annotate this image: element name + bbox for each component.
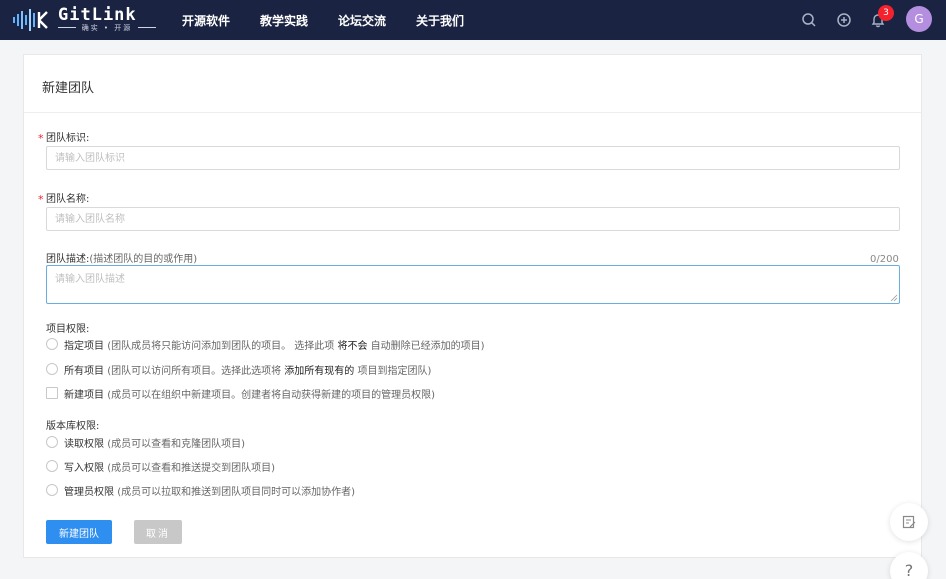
option-desc: (团队成员将只能访问添加到团队的项目。 选择此项 — [107, 341, 338, 352]
logo-waveform-icon — [13, 9, 48, 31]
option-desc-tail: 项目到指定团队) — [354, 366, 432, 377]
option-name: 管理员权限 — [64, 487, 114, 498]
option-desc: (成员可以查看和推送提交到团队项目) — [107, 463, 275, 474]
team-identifier-input[interactable] — [46, 146, 900, 170]
radio-button[interactable] — [46, 436, 58, 448]
option-desc: (成员可以查看和克隆团队项目) — [107, 439, 245, 450]
nav-about[interactable]: 关于我们 — [416, 12, 464, 29]
option-desc-tail: 自动删除已经添加的项目) — [367, 341, 485, 352]
notification-badge: 3 — [878, 5, 894, 21]
radio-button[interactable] — [46, 338, 58, 350]
option-desc: (成员可以在组织中新建项目。创建者将自动获得新建的项目的管理员权限) — [107, 390, 435, 401]
team-description-label: 团队描述:(描述团队的目的或作用) — [46, 250, 197, 265]
user-avatar[interactable]: G — [906, 6, 932, 32]
cancel-button[interactable]: 取消 — [134, 520, 182, 544]
option-name: 新建项目 — [64, 390, 104, 401]
repo-permission-label: 版本库权限: — [46, 421, 100, 432]
option-desc: (团队可以访问所有项目。选择此选项将 — [107, 366, 285, 377]
description-char-counter: 0/200 — [870, 254, 899, 265]
logo-tagline: 确实 • 开源 — [58, 23, 156, 33]
nav-teaching[interactable]: 教学实践 — [260, 12, 308, 29]
nav-forum[interactable]: 论坛交流 — [338, 12, 386, 29]
option-name: 指定项目 — [64, 341, 104, 352]
help-icon: ? — [904, 561, 914, 579]
description-hint: (描述团队的目的或作用) — [89, 254, 198, 265]
radio-button[interactable] — [46, 460, 58, 472]
option-emphasis: 将不会 — [337, 341, 368, 352]
create-team-button[interactable]: 新建团队 — [46, 520, 112, 544]
checkbox[interactable] — [46, 387, 58, 399]
option-name: 所有项目 — [64, 366, 104, 377]
help-button[interactable]: ? — [890, 552, 928, 579]
option-desc: (成员可以拉取和推送到团队项目同时可以添加协作者) — [117, 487, 355, 498]
nav-open-source[interactable]: 开源软件 — [182, 12, 230, 29]
edit-note-icon — [902, 515, 916, 529]
team-description-textarea[interactable] — [46, 265, 900, 304]
feedback-button[interactable] — [890, 503, 928, 541]
search-icon[interactable] — [800, 11, 818, 29]
radio-button[interactable] — [46, 363, 58, 375]
option-name: 读取权限 — [64, 439, 104, 450]
top-navigation-bar: GitLink 确实 • 开源 开源软件 教学实践 论坛交流 关于我们 3 G — [0, 0, 946, 40]
description-label-text: 团队描述: — [46, 254, 90, 265]
gitlink-logo[interactable]: GitLink 确实 • 开源 — [12, 5, 156, 34]
resize-handle-icon[interactable] — [890, 294, 898, 302]
title-divider — [24, 112, 921, 113]
team-name-input[interactable] — [46, 207, 900, 231]
team-identifier-label: 团队标识: — [46, 133, 90, 144]
team-name-label: 团队名称: — [46, 194, 90, 205]
option-emphasis: 添加所有现有的 — [284, 366, 355, 377]
required-mark: * — [38, 193, 44, 206]
plus-circle-icon[interactable] — [835, 11, 853, 29]
project-permission-label: 项目权限: — [46, 324, 90, 335]
required-mark: * — [38, 132, 44, 145]
new-team-card: 新建团队 * 团队标识: * 团队名称: 团队描述:(描述团队的目的或作用) 0… — [23, 54, 922, 558]
option-name: 写入权限 — [64, 463, 104, 474]
radio-button[interactable] — [46, 484, 58, 496]
page-title: 新建团队 — [42, 81, 95, 96]
logo-text: GitLink — [58, 5, 137, 25]
